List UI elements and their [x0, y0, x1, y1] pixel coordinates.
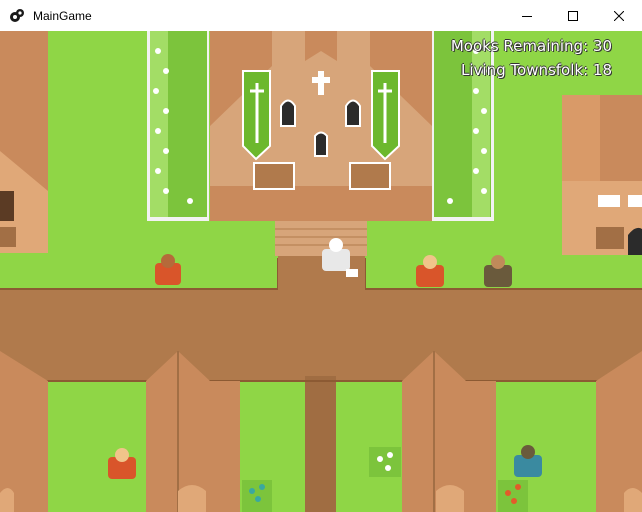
town-scene	[0, 31, 642, 512]
hud-panel: Mooks Remaining: 30 Living Townsfolk: 18	[451, 34, 612, 82]
maximize-icon	[568, 10, 578, 21]
house-left	[0, 31, 48, 253]
close-button[interactable]	[596, 0, 642, 31]
house-right	[562, 95, 642, 255]
garden-left	[147, 31, 209, 221]
close-icon	[614, 10, 624, 21]
maximize-button[interactable]	[550, 0, 596, 31]
south-path	[305, 376, 336, 512]
dirt-road	[0, 289, 642, 381]
window-title: MainGame	[33, 8, 92, 23]
living-townsfolk: Living Townsfolk: 18	[461, 61, 612, 79]
game-canvas[interactable]: Mooks Remaining: 30 Living Townsfolk: 18	[0, 31, 642, 512]
mooks-remaining: Mooks Remaining: 30	[450, 37, 612, 55]
game-window: MainGame Mooks Remaining: 30 Living Town…	[0, 0, 642, 512]
minimize-button[interactable]	[504, 0, 550, 31]
window-controls	[504, 0, 642, 31]
minimize-icon	[522, 15, 532, 17]
title-bar[interactable]: MainGame	[0, 0, 642, 31]
game-controller-icon	[10, 8, 24, 22]
